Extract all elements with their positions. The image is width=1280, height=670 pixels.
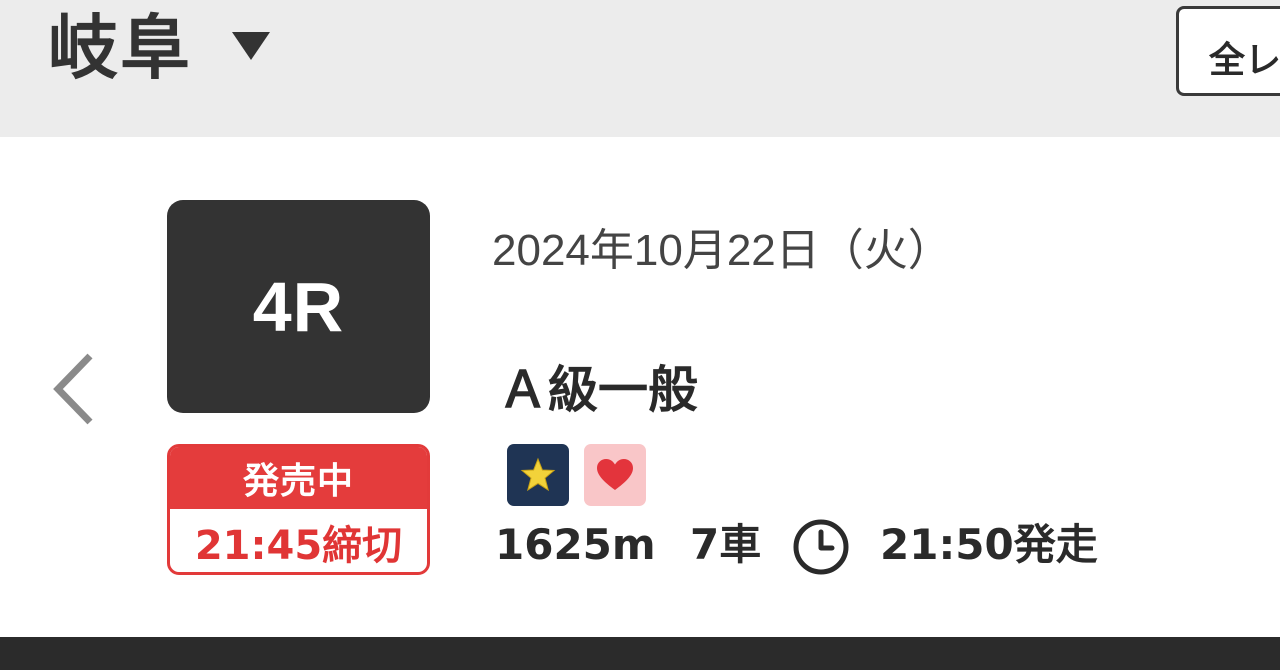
race-cars: 7車 bbox=[690, 520, 762, 569]
heart-icon bbox=[597, 459, 633, 490]
star-badge bbox=[507, 444, 569, 506]
venue-title[interactable]: 岐阜 bbox=[48, 6, 192, 90]
caret-down-icon[interactable] bbox=[232, 32, 270, 60]
footer-bar bbox=[0, 637, 1280, 670]
sale-deadline: 21:45締切 bbox=[194, 523, 403, 569]
chevron-left-icon[interactable] bbox=[50, 352, 100, 426]
all-races-button-label: 全レ bbox=[1209, 40, 1280, 81]
race-class: Ａ級一般 bbox=[498, 361, 698, 419]
sale-status-box: 発売中 21:45締切 bbox=[167, 444, 430, 575]
clock-icon bbox=[793, 519, 849, 575]
heart-badge bbox=[584, 444, 646, 506]
header-bar: 岐阜 全レ bbox=[0, 0, 1280, 137]
race-number-badge: 4R bbox=[167, 200, 430, 413]
star-icon bbox=[520, 457, 556, 492]
sale-status: 発売中 bbox=[170, 447, 427, 509]
all-races-button[interactable]: 全レ bbox=[1176, 6, 1280, 96]
race-start-time: 21:50発走 bbox=[880, 520, 1098, 569]
race-distance: 1625m bbox=[495, 520, 656, 569]
race-number: 4R bbox=[252, 267, 345, 346]
race-date: 2024年10月22日（火） bbox=[492, 226, 952, 275]
